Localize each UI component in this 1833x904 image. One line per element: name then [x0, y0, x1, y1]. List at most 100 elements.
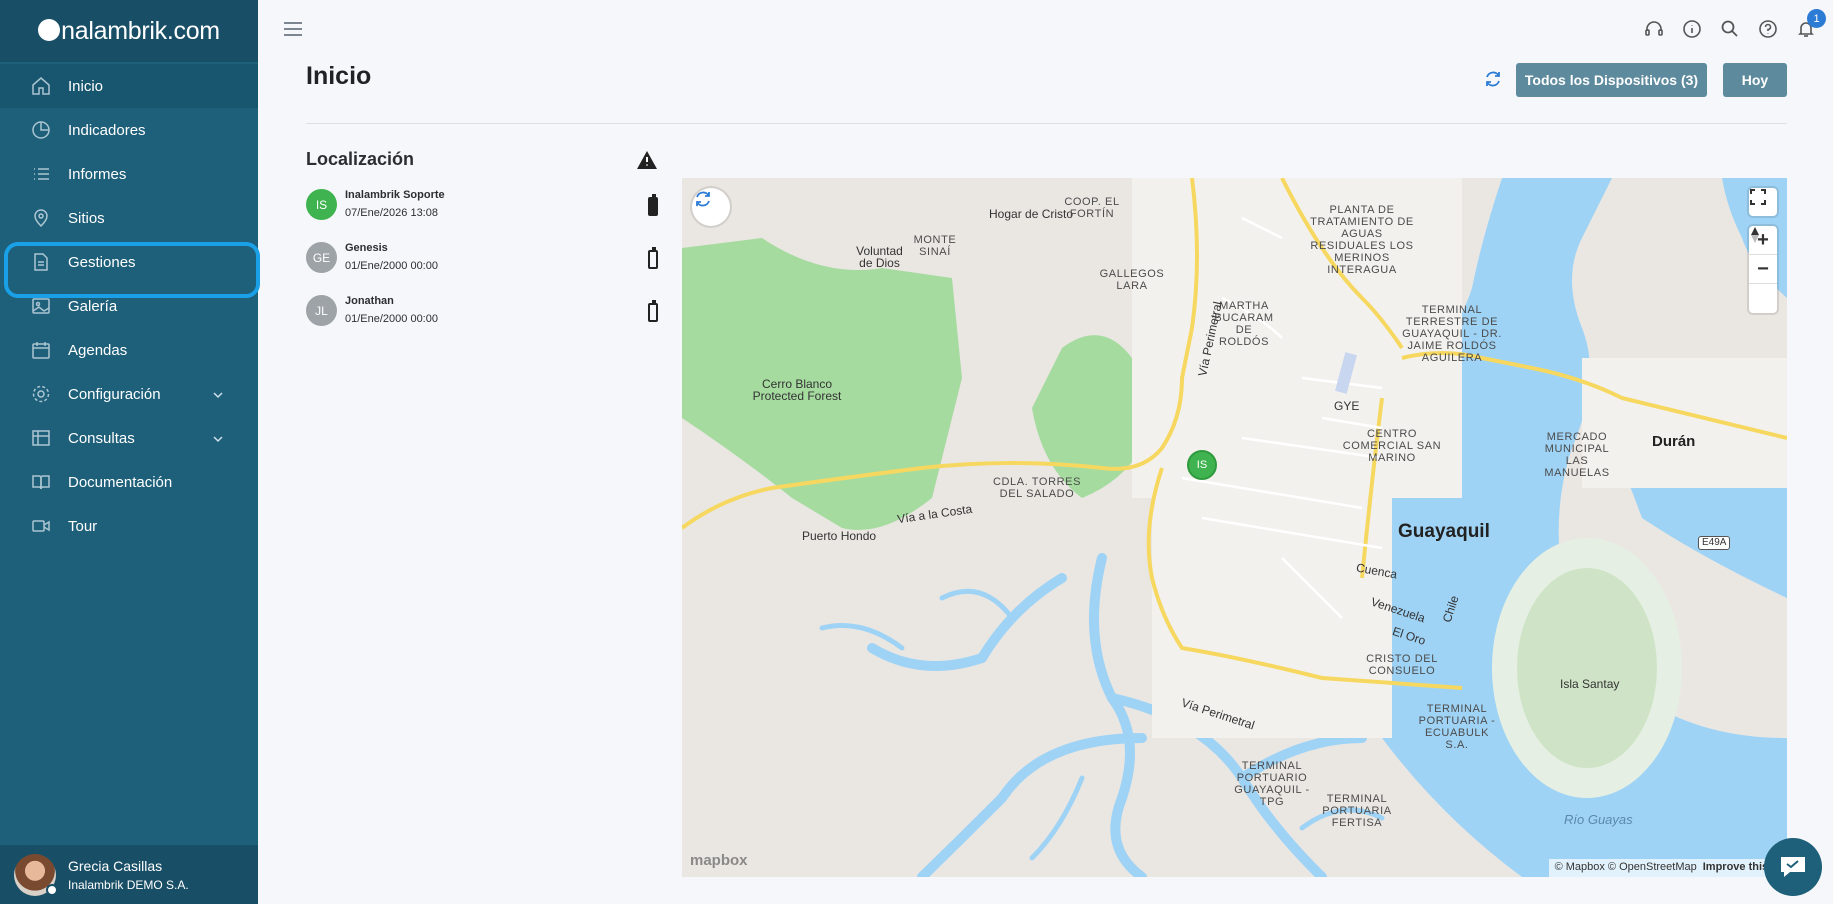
fullscreen-button[interactable]: [1749, 188, 1777, 216]
map-label: CDLA. TORRES DEL SALADO: [992, 476, 1082, 500]
map-label: PLANTA DE TRATAMIENTO DE AGUAS RESIDUALE…: [1310, 204, 1414, 276]
device-date: 07/Ene/2026 13:08: [345, 207, 438, 219]
map-label: Puerto Hondo: [802, 529, 877, 543]
menu-toggle-icon[interactable]: [284, 22, 302, 36]
map-label: Hogar de Cristo: [989, 207, 1074, 221]
location-title: Localización: [306, 149, 415, 169]
zoom-out-button[interactable]: −: [1749, 255, 1777, 284]
zoom-controls: + −: [1749, 226, 1777, 313]
warning-icon[interactable]: [636, 150, 658, 170]
map-label: TERMINAL PORTUARIO GUAYAQUIL - TPG: [1234, 760, 1310, 808]
list-item[interactable]: GE Genesis 01/Ene/2000 00:00: [306, 242, 660, 295]
map-label: Voluntad de Dios: [856, 244, 903, 270]
sidebar-item-consultas[interactable]: Consultas: [0, 416, 258, 460]
attribution-text[interactable]: © Mapbox © OpenStreetMap: [1555, 861, 1697, 873]
help-icon[interactable]: [1757, 18, 1779, 40]
device-name: Jonathan: [345, 295, 394, 307]
battery-full-icon: [648, 194, 658, 216]
page-title: Inicio: [306, 62, 372, 90]
compass-icon: [1751, 227, 1759, 243]
avatar: [14, 853, 58, 896]
sidebar-item-label: Informes: [68, 165, 127, 183]
map-label: TERMINAL PORTUARIA - ECUABULK S.A.: [1418, 703, 1496, 751]
map-label: Durán: [1652, 433, 1696, 450]
sidebar-item-label: Agendas: [68, 341, 128, 359]
headset-icon[interactable]: [1643, 18, 1665, 40]
map-label: GALLEGOS LARA: [1099, 268, 1165, 292]
sidebar-item-galeria[interactable]: Galería: [0, 284, 258, 328]
chevron-down-icon[interactable]: [212, 387, 224, 404]
online-status-icon: [46, 883, 58, 896]
sidebar-item-tour[interactable]: Tour: [0, 504, 258, 548]
sidebar-item-inicio[interactable]: Inicio: [0, 64, 258, 108]
list-item[interactable]: JL Jonathan 01/Ene/2000 00:00: [306, 295, 660, 348]
logo-mark-icon: [38, 19, 61, 41]
device-name: Genesis: [345, 242, 388, 254]
mapbox-logo[interactable]: mapbox: [690, 852, 748, 869]
device-name: Inalambrik Soporte: [345, 189, 445, 201]
sidebar-item-sitios[interactable]: Sitios: [0, 196, 258, 240]
map-label: MONTE SINAÍ: [913, 234, 957, 258]
user-org: Inalambrik DEMO S.A.: [68, 877, 189, 892]
sidebar-item-documentacion[interactable]: Documentación: [0, 460, 258, 504]
sidebar-item-label: Galería: [68, 297, 118, 315]
map-label: Río Guayas: [1564, 812, 1633, 827]
map[interactable]: Hogar de Cristo Voluntad de Dios MONTE S…: [682, 178, 1787, 877]
refresh-icon: [696, 191, 710, 207]
gear-icon: [30, 383, 52, 405]
sidebar-item-label: Documentación: [68, 473, 173, 491]
sidebar-item-label: Sitios: [68, 209, 105, 227]
map-label: CENTRO COMERCIAL SAN MARINO: [1342, 428, 1442, 464]
divider: [306, 123, 1787, 124]
map-attribution: © Mapbox © OpenStreetMap Improve this m: [1548, 859, 1787, 877]
image-icon: [30, 295, 52, 317]
sidebar-item-label: Tour: [68, 517, 98, 535]
video-icon: [30, 515, 52, 537]
compass-button[interactable]: [1749, 227, 1777, 313]
device-avatar: JL: [306, 295, 337, 326]
map-label: GYE: [1334, 399, 1360, 413]
topbar: 1: [258, 0, 1833, 60]
topbar-icons: 1: [1643, 9, 1826, 40]
sidebar-item-agendas[interactable]: Agendas: [0, 328, 258, 372]
map-label: CRISTO DEL CONSUELO: [1366, 653, 1438, 677]
sidebar-item-gestiones[interactable]: Gestiones: [0, 240, 260, 298]
bell-icon[interactable]: 1: [1795, 9, 1826, 40]
battery-empty-icon: [648, 300, 658, 322]
fullscreen-icon: [1750, 189, 1766, 205]
chevron-down-icon[interactable]: [212, 431, 224, 448]
location-pin-icon: [30, 207, 52, 229]
search-icon[interactable]: [1719, 18, 1741, 40]
sidebar: nalambrik.com Inicio Indicadores Informe…: [0, 0, 260, 904]
sidebar-item-informes[interactable]: Informes: [0, 152, 258, 196]
refresh-icon[interactable]: [1482, 68, 1504, 90]
sidebar-item-label: Consultas: [68, 429, 135, 447]
device-date: 01/Ene/2000 00:00: [345, 313, 438, 325]
table-icon: [30, 427, 52, 449]
user-name: Grecia Casillas: [68, 857, 163, 874]
device-marker[interactable]: IS: [1187, 450, 1217, 480]
map-label: TERMINAL PORTUARIA FERTISA: [1322, 793, 1392, 829]
notification-badge: 1: [1807, 9, 1826, 28]
sidebar-item-indicadores[interactable]: Indicadores: [0, 108, 258, 152]
sidebar-item-configuracion[interactable]: Configuración: [0, 372, 258, 416]
list-item[interactable]: IS Inalambrik Soporte 07/Ene/2026 13:08: [306, 189, 660, 242]
date-filter-button[interactable]: Hoy: [1723, 63, 1787, 97]
document-icon: [30, 251, 52, 273]
map-refresh-button[interactable]: [692, 188, 730, 226]
devices-filter-button[interactable]: Todos los Dispositivos (3): [1516, 63, 1707, 97]
chat-button[interactable]: [1764, 838, 1822, 896]
sidebar-item-label: Configuración: [68, 385, 161, 403]
map-label: Guayaquil: [1398, 521, 1490, 542]
user-profile[interactable]: Grecia Casillas Inalambrik DEMO S.A.: [0, 845, 258, 904]
book-icon: [30, 471, 52, 493]
device-avatar: IS: [306, 189, 337, 220]
battery-empty-icon: [648, 247, 658, 269]
logo-text: nalambrik.com: [61, 16, 220, 45]
pie-chart-icon: [30, 119, 52, 141]
brand-logo[interactable]: nalambrik.com: [38, 17, 220, 46]
logo-bar: nalambrik.com: [0, 0, 258, 62]
info-icon[interactable]: [1681, 18, 1703, 40]
map-label: COOP. EL FORTÍN: [1064, 196, 1120, 220]
map-label: Cerro Blanco Protected Forest: [752, 377, 842, 403]
